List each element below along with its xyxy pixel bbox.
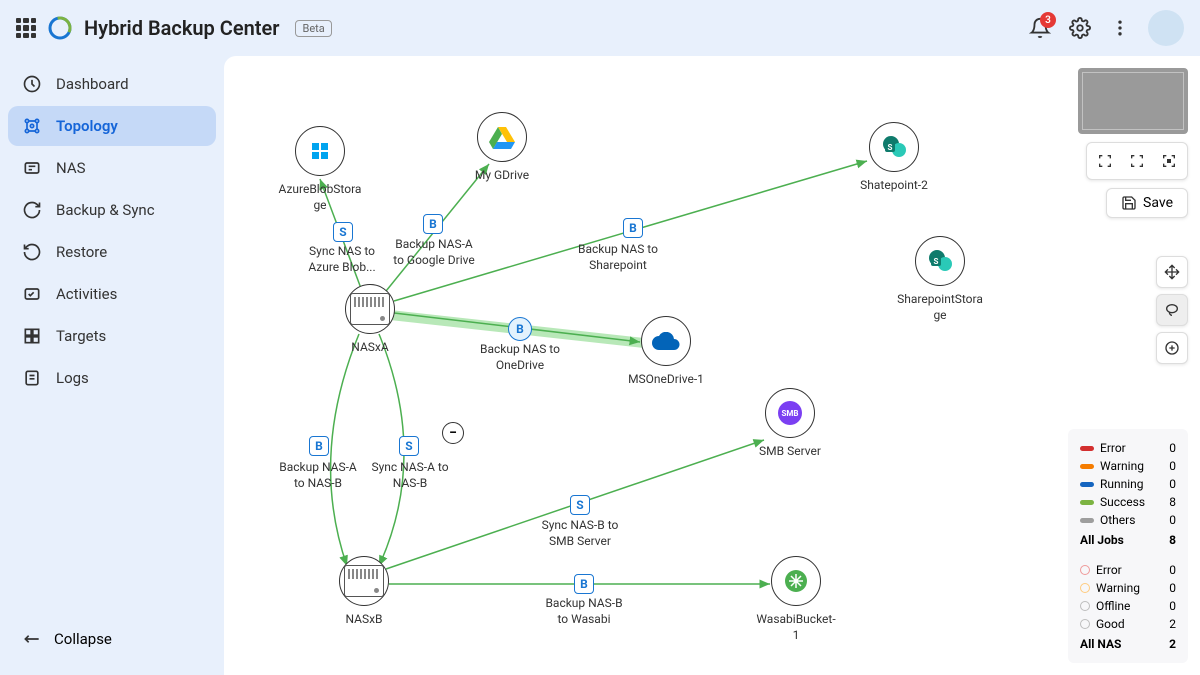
node-nasb[interactable]: NASxB [314,556,414,628]
sidebar-label: Backup & Sync [56,201,155,219]
svg-text:SMB: SMB [781,409,798,418]
sidebar-label: Dashboard [56,75,129,93]
svg-text:S: S [934,257,939,266]
save-button[interactable]: Save [1106,188,1188,218]
expand-icon[interactable] [1123,147,1151,175]
sidebar-label: Activities [56,285,117,303]
job-label: Backup NAS toSharepoint [558,242,678,273]
legend-row: Offline0 [1080,597,1176,615]
menu-icon[interactable] [1108,16,1132,40]
collapse-button[interactable]: Collapse [8,619,216,659]
job-label: Backup NAS toOneDrive [460,342,580,373]
legend-row: Success8 [1080,493,1176,511]
legend-row: Error0 [1080,439,1176,457]
notification-icon[interactable]: 3 [1028,16,1052,40]
job-label: Sync NAS-B toSMB Server [520,518,640,549]
fullscreen-icon[interactable] [1155,147,1183,175]
legend-row: Warning0 [1080,457,1176,475]
svg-text:S: S [888,143,893,152]
job-badge-sync-smb[interactable]: S [570,495,590,515]
job-label: Sync NAS-A toNAS-B [350,460,470,491]
sidebar-item-topology[interactable]: Topology [8,106,216,146]
sidebar-item-targets[interactable]: Targets [8,316,216,356]
beta-badge: Beta [295,20,331,37]
move-icon[interactable] [1156,256,1188,288]
sidebar-item-activities[interactable]: Activities [8,274,216,314]
add-icon[interactable] [1156,332,1188,364]
job-badge-backup-sharepoint[interactable]: B [623,218,643,238]
sidebar-label: Targets [56,327,106,345]
node-nasa[interactable]: NASxA [320,284,420,356]
sidebar-label: Logs [56,369,89,387]
legend: Error0Warning0Running0Success8Others0 Al… [1068,429,1188,663]
sidebar-item-restore[interactable]: Restore [8,232,216,272]
job-badge-backup-gdrive[interactable]: B [423,214,443,234]
app-title: Hybrid Backup Center [84,16,279,40]
gear-icon[interactable] [1068,16,1092,40]
collapse-label: Collapse [54,630,112,648]
sidebar-item-logs[interactable]: Logs [8,358,216,398]
job-badge-backup-nasb[interactable]: B [309,436,329,456]
sidebar-item-nas[interactable]: NAS [8,148,216,188]
apps-icon[interactable] [16,18,36,38]
node-wasabi[interactable]: WasabiBucket-1 [746,556,846,643]
collapse-node-icon[interactable]: − [442,422,464,444]
fit-icon[interactable] [1091,147,1119,175]
job-badge-sync-nasb[interactable]: S [399,436,419,456]
lasso-icon[interactable] [1156,294,1188,326]
node-onedrive[interactable]: MSOneDrive-1 [616,316,716,388]
node-smb[interactable]: SMBSMB Server [740,388,840,460]
sidebar: Dashboard Topology NAS Backup & Sync Res… [0,56,224,675]
sidebar-item-dashboard[interactable]: Dashboard [8,64,216,104]
node-sharepoint2[interactable]: SShatepoint-2 [844,122,944,194]
sidebar-label: Restore [56,243,107,261]
legend-row: Warning0 [1080,579,1176,597]
avatar[interactable] [1148,10,1184,46]
topology-canvas[interactable]: AzureBlobStorage My GDrive SShatepoint-2… [224,56,1200,675]
sidebar-label: Topology [56,117,118,135]
job-badge-sync-azure[interactable]: S [333,222,353,242]
job-badge-backup-onedrive[interactable]: B [508,317,532,341]
job-label: Backup NAS-Ato Google Drive [374,237,494,268]
node-gdrive[interactable]: My GDrive [452,112,552,184]
app-logo [48,16,72,40]
node-azure[interactable]: AzureBlobStorage [270,126,370,213]
legend-row: Running0 [1080,475,1176,493]
minimap[interactable] [1078,68,1188,134]
notification-badge: 3 [1040,12,1056,28]
job-label: Backup NAS-Bto Wasabi [524,596,644,627]
node-sharepointstorage[interactable]: SSharepointStorage [890,236,990,323]
view-toolbar [1086,142,1188,180]
sidebar-item-backup[interactable]: Backup & Sync [8,190,216,230]
legend-row: Others0 [1080,511,1176,529]
legend-row: Good2 [1080,615,1176,633]
sidebar-label: NAS [56,159,86,177]
legend-row: Error0 [1080,561,1176,579]
job-badge-backup-wasabi[interactable]: B [574,574,594,594]
